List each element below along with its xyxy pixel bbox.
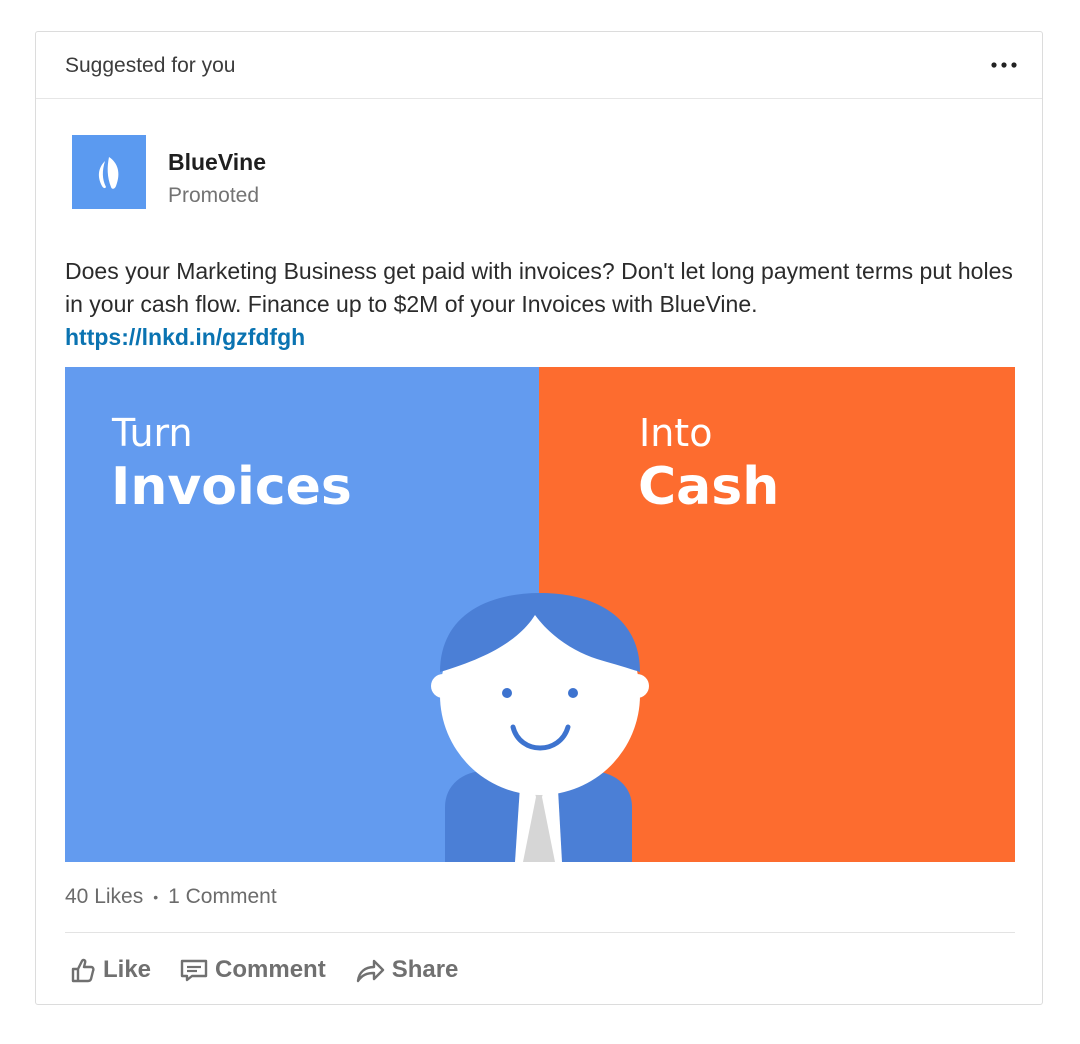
company-name[interactable]: BlueVine [168,149,266,176]
company-logo[interactable] [72,135,146,209]
comments-count[interactable]: 1 Comment [168,885,277,908]
suggested-label: Suggested for you [65,54,236,77]
likes-count[interactable]: 40 Likes [65,885,143,908]
actions-divider [65,932,1015,933]
thumbs-up-icon [71,958,95,983]
post-text: Does your Marketing Business get paid wi… [65,255,1025,354]
like-button[interactable]: Like [69,956,151,984]
share-arrow-icon [356,959,384,983]
comment-button[interactable]: Comment [179,956,326,984]
promoted-label: Promoted [168,184,260,207]
share-label: Share [391,956,459,983]
comment-label: Comment [215,956,326,983]
social-actions: Like Comment Share [69,952,486,988]
card-header: Suggested for you [36,32,1042,99]
social-counts: 40 Likes • 1 Comment [65,885,277,909]
more-options-button[interactable] [986,50,1022,80]
leaf-icon [98,157,119,189]
person-illustration [431,593,649,862]
comment-icon [180,959,208,982]
feed-card: Suggested for you BlueVine Promoted Does… [35,31,1043,1005]
like-label: Like [103,956,152,983]
post-body: Does your Marketing Business get paid wi… [65,258,1013,317]
share-button[interactable]: Share [354,956,459,984]
separator-dot: • [153,889,159,906]
ad-image[interactable]: Turn Invoices Into Cash [65,367,1015,862]
post-link[interactable]: https://lnkd.in/gzfdfgh [65,321,1025,354]
ellipsis-icon [991,62,1017,68]
